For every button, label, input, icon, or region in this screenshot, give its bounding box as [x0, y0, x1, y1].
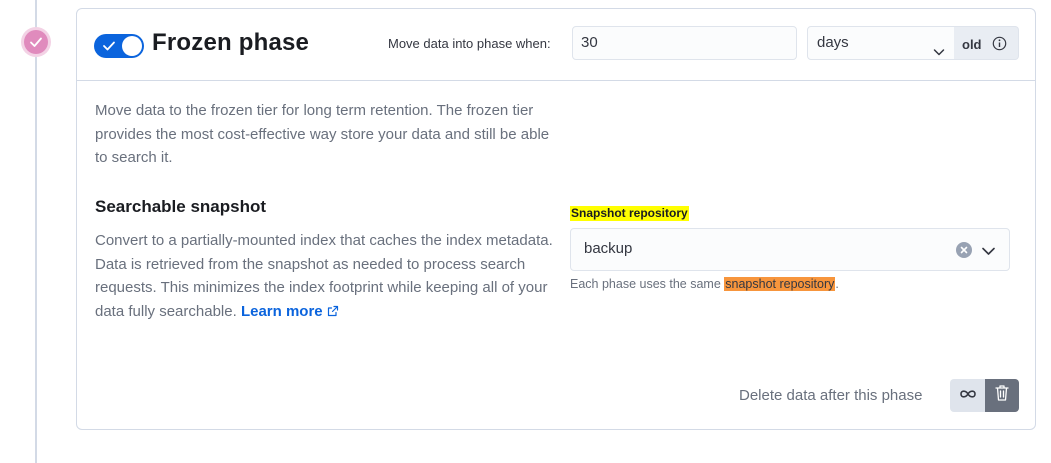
chevron-down-icon [933, 38, 945, 70]
trash-icon [994, 384, 1010, 407]
help-suffix: . [835, 277, 839, 291]
min-age-input[interactable]: 30 [572, 26, 797, 60]
learn-more-link[interactable]: Learn more [241, 303, 339, 320]
delete-phase-button[interactable] [985, 379, 1019, 412]
timeline-line [35, 0, 37, 463]
phase-status-marker [21, 27, 51, 57]
snapshot-repository-value: backup [584, 240, 633, 257]
phase-description: Move data to the frozen tier for long te… [95, 102, 550, 166]
external-link-icon [327, 301, 339, 325]
delete-data-label: Delete data after this phase [739, 387, 923, 404]
snapshot-repository-combobox[interactable]: backup [570, 228, 1010, 271]
check-icon [24, 30, 48, 54]
snapshot-repository-label: Snapshot repository [570, 206, 689, 221]
age-append: old [954, 26, 1019, 60]
infinity-icon [958, 387, 978, 405]
age-append-label: old [962, 37, 982, 52]
snapshot-repository-help: Each phase uses the same snapshot reposi… [570, 277, 839, 291]
toggle-knob [122, 36, 142, 56]
check-icon [102, 39, 116, 58]
unit-select-value: days [817, 34, 849, 51]
info-icon[interactable] [992, 36, 1007, 54]
keep-data-infinity-button[interactable] [950, 379, 985, 412]
phase-title: Frozen phase [152, 29, 310, 56]
min-age-unit-select[interactable]: days [807, 26, 955, 60]
move-data-label: Move data into phase when: [388, 36, 551, 51]
learn-more-label: Learn more [240, 302, 323, 320]
clear-icon[interactable] [956, 242, 972, 258]
searchable-snapshot-description: Convert to a partially-mounted index tha… [95, 229, 555, 324]
chevron-down-icon[interactable] [981, 244, 996, 262]
help-prefix: Each phase uses the same [570, 277, 725, 291]
phase-header: Frozen phase Move data into phase when: … [77, 9, 1035, 81]
frozen-phase-panel: Frozen phase Move data into phase when: … [76, 8, 1036, 430]
phase-enabled-toggle[interactable] [94, 34, 144, 58]
searchable-snapshot-title: Searchable snapshot [95, 197, 267, 216]
help-highlight: snapshot repository [724, 277, 836, 291]
